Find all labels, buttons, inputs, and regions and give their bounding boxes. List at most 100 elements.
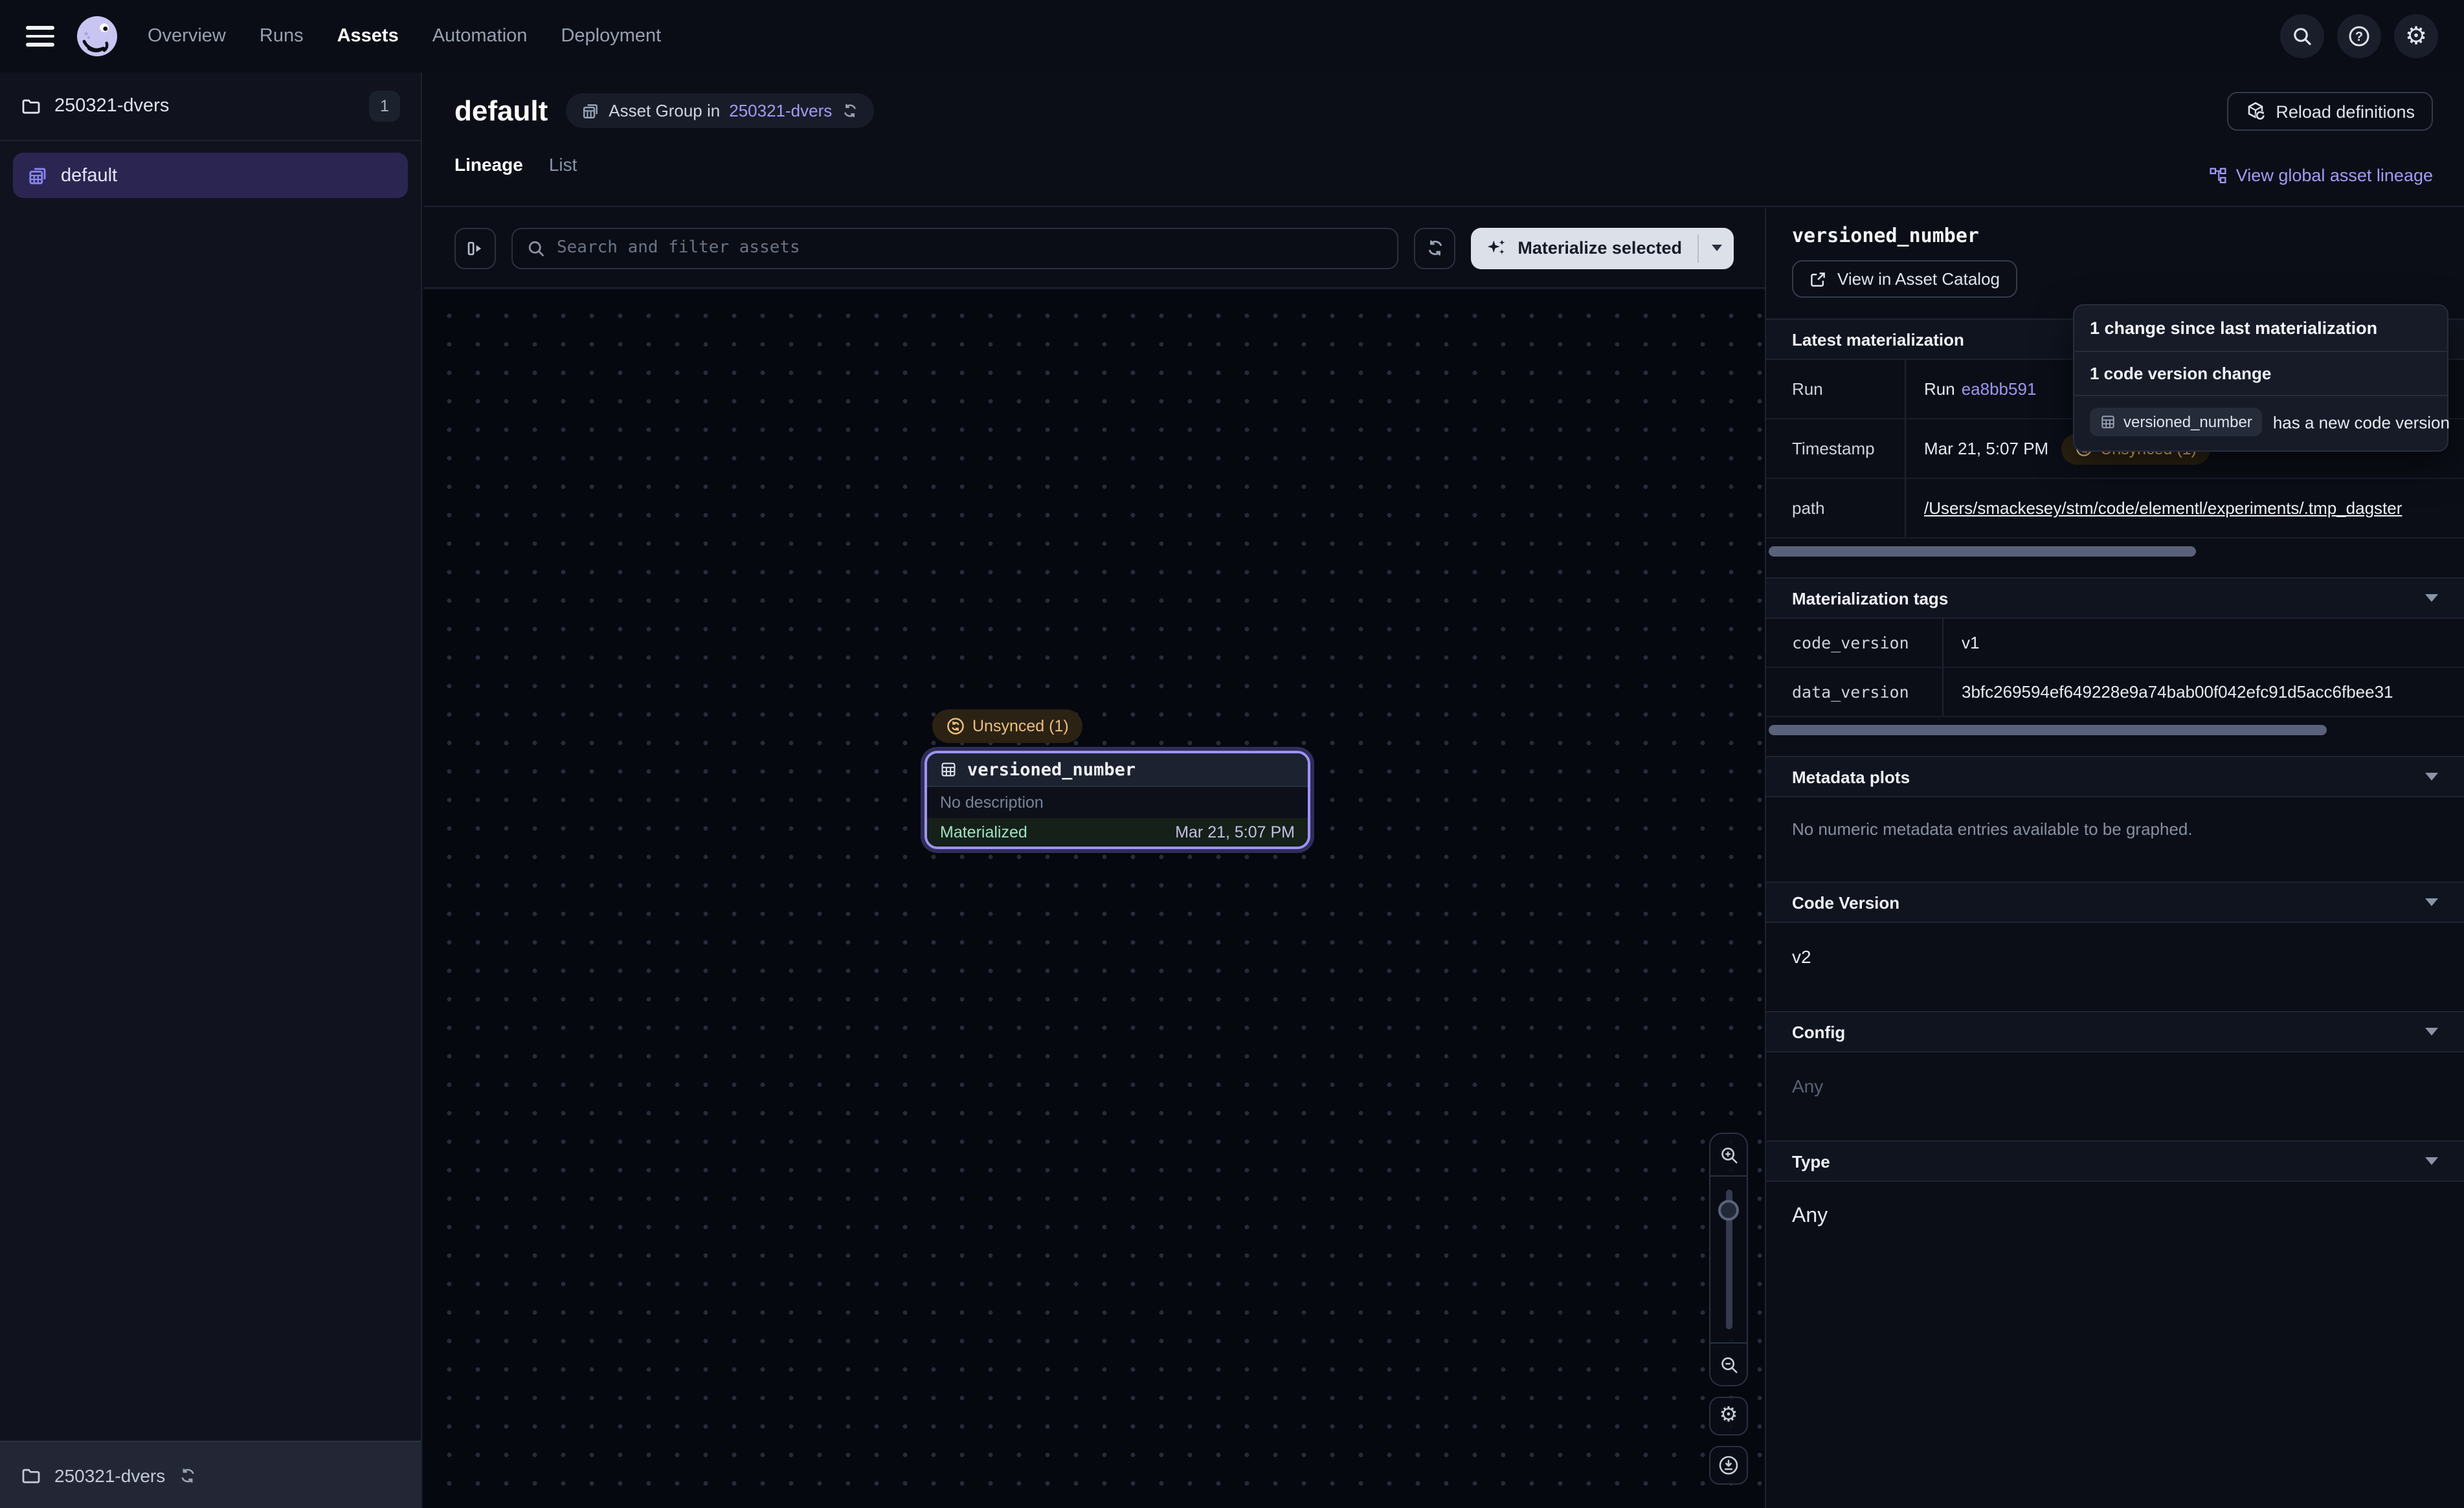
reload-definitions-label: Reload definitions bbox=[2276, 102, 2415, 121]
asset-groups-sidebar: 250321-dvers 1 default 250321-dvers bbox=[0, 72, 422, 1508]
panel-asset-title: versioned_number bbox=[1792, 224, 2438, 247]
view-global-lineage-label: View global asset lineage bbox=[2236, 166, 2433, 185]
chevron-down-icon bbox=[2425, 898, 2438, 906]
zoom-slider[interactable] bbox=[1710, 1175, 1747, 1344]
nav-item-overview[interactable]: Overview bbox=[148, 26, 226, 47]
dagster-app: Overview Runs Assets Automation Deployme… bbox=[0, 0, 2464, 1508]
sync-icon[interactable] bbox=[178, 1466, 196, 1484]
asset-details-panel: versioned_number View in Asset Catalog L… bbox=[1765, 208, 2464, 1508]
node-unsynced-label: Unsynced (1) bbox=[972, 717, 1069, 735]
tag-key: data_version bbox=[1766, 668, 1943, 716]
change-tooltip: 1 change since last materialization 1 co… bbox=[2073, 304, 2448, 452]
table-row: code_version v1 bbox=[1766, 619, 2464, 668]
sidebar-item-default[interactable]: default bbox=[13, 153, 408, 198]
chevron-down-icon bbox=[2425, 773, 2438, 781]
folder-icon bbox=[21, 1465, 41, 1485]
download-icon bbox=[1718, 1455, 1739, 1476]
code-version-value: v2 bbox=[1766, 923, 2464, 990]
nav-actions: ? ⚙ bbox=[2280, 14, 2438, 58]
lineage-region: Materialize selected bbox=[423, 208, 1765, 1508]
gear-icon: ⚙ bbox=[1719, 1406, 1738, 1426]
settings-button[interactable]: ⚙ bbox=[2394, 14, 2438, 58]
table-row: data_version 3bfc269594ef649228e9a74bab0… bbox=[1766, 668, 2464, 717]
hamburger-menu-icon[interactable] bbox=[26, 26, 54, 47]
sidebar-group-label: 250321-dvers bbox=[54, 96, 356, 116]
materialize-dropdown-button[interactable] bbox=[1699, 227, 1734, 269]
zoom-slider-thumb[interactable] bbox=[1718, 1200, 1739, 1221]
help-icon: ? bbox=[2347, 25, 2371, 48]
tab-lineage[interactable]: Lineage bbox=[454, 154, 523, 175]
search-icon bbox=[2292, 26, 2313, 47]
refresh-graph-button[interactable] bbox=[1414, 227, 1455, 269]
section-code-version[interactable]: Code Version bbox=[1766, 882, 2464, 923]
dagster-logo bbox=[75, 14, 119, 58]
path-link[interactable]: /Users/smackesey/stm/code/elementl/exper… bbox=[1924, 498, 2402, 518]
run-id-link[interactable]: ea8bb591 bbox=[1962, 379, 2037, 399]
sidebar-group-count: 1 bbox=[369, 91, 400, 122]
node-unsynced-badge[interactable]: Unsynced (1) bbox=[932, 709, 1083, 743]
page-title: default bbox=[454, 94, 548, 128]
config-value: Any bbox=[1766, 1052, 2464, 1120]
table-icon bbox=[940, 761, 957, 778]
graph-settings-button[interactable]: ⚙ bbox=[1709, 1397, 1748, 1436]
chevron-down-icon bbox=[2425, 1157, 2438, 1165]
reload-definitions-button[interactable]: Reload definitions bbox=[2226, 92, 2433, 131]
horizontal-scrollbar[interactable] bbox=[1769, 725, 2327, 735]
caret-down-icon bbox=[1711, 245, 1721, 251]
sync-icon[interactable] bbox=[841, 102, 858, 119]
zoom-in-button[interactable] bbox=[1710, 1134, 1747, 1175]
materialization-tags-table: code_version v1 data_version 3bfc269594e… bbox=[1766, 619, 2464, 717]
svg-text:?: ? bbox=[2355, 30, 2363, 44]
section-materialization-tags[interactable]: Materialization tags bbox=[1766, 577, 2464, 619]
lineage-canvas[interactable]: Unsynced (1) versioned_number No descrip… bbox=[423, 290, 1765, 1508]
section-config[interactable]: Config bbox=[1766, 1011, 2464, 1052]
main-area: default Asset Group in 250321-dvers bbox=[423, 72, 2464, 1508]
asset-chip: versioned_number bbox=[2090, 408, 2263, 436]
sidebar-footer-repo[interactable]: 250321-dvers bbox=[0, 1441, 421, 1508]
type-value: Any bbox=[1766, 1182, 2464, 1252]
tag-value: v1 bbox=[1943, 619, 2464, 667]
horizontal-scrollbar[interactable] bbox=[1769, 546, 2196, 557]
zoom-out-button[interactable] bbox=[1710, 1344, 1747, 1385]
tag-value: 3bfc269594ef649228e9a74bab00f042efc91d5a… bbox=[1943, 668, 2464, 716]
zoom-out-icon bbox=[1719, 1355, 1738, 1374]
asset-group-pill-link[interactable]: 250321-dvers bbox=[729, 101, 832, 120]
section-type[interactable]: Type bbox=[1766, 1140, 2464, 1182]
sidebar-group-row[interactable]: 250321-dvers 1 bbox=[0, 72, 421, 141]
search-input[interactable] bbox=[557, 238, 1383, 258]
tab-list[interactable]: List bbox=[549, 154, 577, 175]
metadata-plots-empty-text: No numeric metadata entries available to… bbox=[1766, 797, 2464, 861]
view-in-asset-catalog-label: View in Asset Catalog bbox=[1837, 269, 2000, 289]
view-global-lineage-link[interactable]: View global asset lineage bbox=[2209, 166, 2433, 185]
sidebar-item-label: default bbox=[61, 165, 117, 186]
folder-icon bbox=[21, 96, 41, 116]
help-button[interactable]: ? bbox=[2337, 14, 2381, 58]
nav-item-automation[interactable]: Automation bbox=[432, 26, 528, 47]
node-materialized-status: Materialized bbox=[940, 823, 1027, 841]
tooltip-suffix: has a new code version bbox=[2273, 412, 2450, 432]
materialize-selected-split-button: Materialize selected bbox=[1471, 227, 1734, 269]
section-metadata-plots[interactable]: Metadata plots bbox=[1766, 756, 2464, 797]
asset-node-versioned-number[interactable]: versioned_number No description Material… bbox=[924, 751, 1310, 849]
sync-icon bbox=[1425, 238, 1444, 258]
asset-group-pill: Asset Group in 250321-dvers bbox=[566, 93, 873, 128]
nav-item-assets[interactable]: Assets bbox=[337, 26, 399, 47]
lineage-graph-icon bbox=[2209, 166, 2227, 184]
row-label: path bbox=[1766, 479, 1906, 537]
asset-chip-label: versioned_number bbox=[2123, 413, 2252, 431]
expand-panel-button[interactable] bbox=[454, 227, 496, 269]
node-title: versioned_number bbox=[967, 759, 1136, 780]
nav-item-deployment[interactable]: Deployment bbox=[561, 26, 661, 47]
asset-group-icon bbox=[27, 165, 48, 186]
view-in-asset-catalog-button[interactable]: View in Asset Catalog bbox=[1792, 260, 2017, 298]
table-row: path /Users/smackesey/stm/code/elementl/… bbox=[1766, 479, 2464, 538]
top-nav: Overview Runs Assets Automation Deployme… bbox=[0, 0, 2464, 72]
download-graph-button[interactable] bbox=[1709, 1446, 1748, 1485]
nav-item-runs[interactable]: Runs bbox=[260, 26, 304, 47]
search-button[interactable] bbox=[2280, 14, 2324, 58]
asset-group-icon bbox=[581, 102, 599, 120]
materialize-selected-button[interactable]: Materialize selected bbox=[1471, 227, 1697, 269]
reload-cube-icon bbox=[2245, 101, 2265, 122]
graph-controls: ⚙ bbox=[1709, 1133, 1748, 1485]
run-value-prefix: Run bbox=[1924, 379, 1955, 399]
